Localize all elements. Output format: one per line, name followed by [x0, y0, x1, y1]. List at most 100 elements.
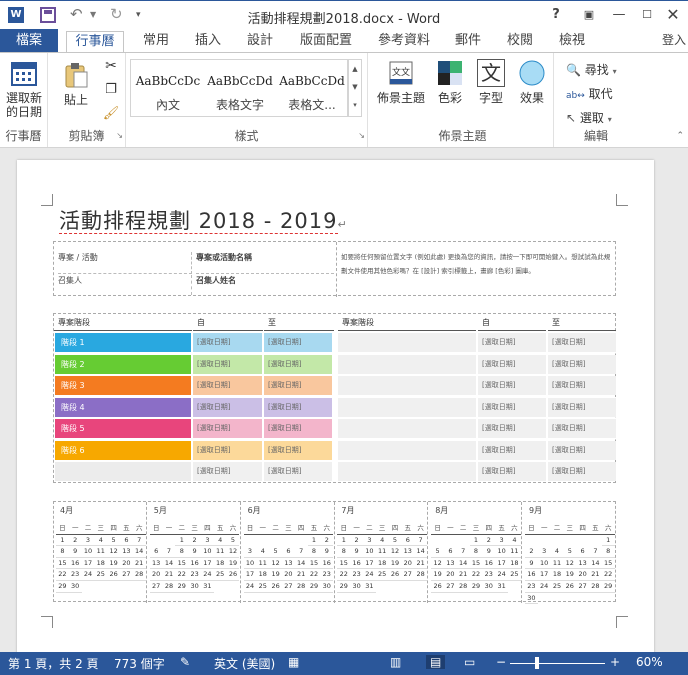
calendar-day[interactable]: 4 — [213, 535, 227, 547]
calendar-day[interactable]: 5 — [563, 546, 577, 558]
select-button[interactable]: ↖ 選取 ▾ — [566, 109, 612, 126]
phase-from-date-2[interactable]: [選取日期] — [478, 333, 546, 352]
colors-button[interactable]: 色彩 — [430, 59, 470, 105]
calendar-day[interactable]: 30 — [320, 581, 334, 593]
calendar-day[interactable]: 20 — [401, 558, 415, 570]
calendar-day[interactable]: 2 — [482, 535, 496, 547]
calendar-day[interactable]: 1 — [601, 535, 615, 547]
calendar-day[interactable]: 5 — [269, 546, 282, 558]
calendar-day[interactable]: 26 — [269, 581, 282, 593]
find-button[interactable]: 🔍 尋找 ▾ — [566, 61, 617, 78]
tab-design[interactable]: 設計 — [240, 31, 280, 52]
calendar-day[interactable]: 3 — [495, 535, 508, 547]
phase-to-date[interactable]: [選取日期] — [264, 397, 332, 417]
calendar-day[interactable]: 6 — [443, 546, 457, 558]
convener-name-field[interactable]: 召集人姓名 — [196, 275, 334, 295]
calendar-day[interactable]: 10 — [81, 546, 95, 558]
calendar-day[interactable]: 8 — [469, 546, 483, 558]
calendar-day[interactable]: 28 — [456, 581, 470, 593]
calendar-day[interactable]: 23 — [482, 569, 496, 581]
tab-insert[interactable]: 插入 — [188, 31, 228, 52]
calendar-day[interactable]: 25 — [550, 581, 564, 593]
calendar-day[interactable]: 11 — [256, 558, 270, 570]
calendar-day[interactable]: 3 — [200, 535, 214, 547]
calendar-day[interactable]: 19 — [388, 558, 402, 570]
calendar-day[interactable]: 9 — [320, 546, 334, 558]
calendar-day[interactable]: 18 — [94, 558, 108, 570]
calendar-day[interactable]: 28 — [294, 581, 308, 593]
calendar-day[interactable]: 2 — [320, 535, 334, 547]
collapse-ribbon-icon[interactable]: ⌃ — [676, 129, 684, 143]
calendar-day[interactable]: 21 — [132, 558, 146, 570]
page-count[interactable]: 第 1 頁，共 2 頁 — [8, 655, 99, 672]
calendar-day[interactable]: 27 — [576, 581, 589, 593]
calendar-day[interactable]: 20 — [120, 558, 133, 570]
copy-icon[interactable]: ❐ — [102, 83, 120, 97]
project-name-field[interactable]: 專案或活動名稱 — [196, 252, 334, 274]
phase-to-date-2[interactable]: [選取日期] — [548, 376, 616, 395]
calendar-day[interactable]: 17 — [81, 558, 95, 570]
calendar-day[interactable]: 14 — [162, 558, 176, 570]
calendar-day[interactable]: 24 — [81, 569, 95, 581]
calendar-day[interactable]: 8 — [56, 546, 69, 558]
calendar-day[interactable]: 23 — [320, 569, 334, 581]
phase-to-date[interactable]: [選取日期] — [264, 440, 332, 460]
calendar-day[interactable]: 31 — [200, 581, 214, 593]
calendar-day[interactable]: 7 — [132, 535, 146, 547]
calendar-day[interactable]: 27 — [443, 581, 457, 593]
calendar-day[interactable]: 27 — [120, 569, 133, 581]
calendar-day[interactable]: 29 — [175, 581, 189, 593]
calendar-day[interactable]: 26 — [388, 569, 402, 581]
calendar-day[interactable]: 13 — [149, 558, 163, 570]
calendar-day[interactable]: 30 — [525, 593, 538, 605]
calendar-day[interactable]: 22 — [469, 569, 483, 581]
zoom-level[interactable]: 60% — [636, 655, 663, 669]
calendar-day[interactable]: 15 — [307, 558, 321, 570]
calendar-day[interactable]: 28 — [589, 581, 602, 593]
calendar-day[interactable]: 3 — [81, 535, 95, 547]
calendar-day[interactable]: 24 — [243, 581, 257, 593]
calendar-day[interactable]: 15 — [337, 558, 351, 570]
calendar-day[interactable]: 21 — [414, 558, 427, 570]
calendar-day[interactable]: 25 — [213, 569, 227, 581]
phase-to-date-2[interactable]: [選取日期] — [548, 440, 616, 460]
calendar-day[interactable]: 21 — [294, 569, 308, 581]
calendar-day[interactable]: 25 — [94, 569, 108, 581]
proofing-icon[interactable]: ✎ — [180, 655, 190, 669]
month-title[interactable]: 5月 — [154, 505, 167, 516]
calendar-day[interactable]: 20 — [576, 569, 589, 581]
maximize-icon[interactable]: ☐ — [636, 5, 658, 25]
calendar-day[interactable]: 19 — [107, 558, 120, 570]
calendar-day[interactable]: 7 — [414, 535, 427, 547]
calendar-day[interactable]: 21 — [456, 569, 470, 581]
month-title[interactable]: 4月 — [60, 505, 73, 516]
tab-calendar[interactable]: 行事曆 — [66, 31, 124, 52]
calendar-day[interactable]: 6 — [401, 535, 415, 547]
calendar-day[interactable]: 6 — [576, 546, 589, 558]
style-table-text[interactable]: AaBbCcDd 表格文字 — [205, 64, 275, 114]
tab-mailings[interactable]: 郵件 — [448, 31, 488, 52]
calendar-day[interactable]: 8 — [307, 546, 321, 558]
replace-button[interactable]: ab↔ 取代 — [566, 85, 613, 102]
style-normal[interactable]: AaBbCcDc 內文 — [133, 64, 203, 114]
phase-to-date[interactable]: [選取日期] — [264, 333, 332, 352]
calendar-day[interactable]: 12 — [388, 546, 402, 558]
calendar-day[interactable]: 14 — [414, 546, 427, 558]
calendar-day[interactable]: 3 — [537, 546, 551, 558]
phase-to-date-2[interactable]: [選取日期] — [548, 462, 616, 481]
calendar-day[interactable]: 26 — [563, 581, 577, 593]
calendar-day[interactable]: 24 — [362, 569, 376, 581]
calendar-day[interactable]: 22 — [601, 569, 615, 581]
phase-to-date[interactable]: [選取日期] — [264, 376, 332, 395]
styles-launcher-icon[interactable]: ↘ — [358, 129, 365, 143]
calendar-day[interactable]: 11 — [507, 546, 521, 558]
help-button[interactable]: ? — [545, 5, 567, 25]
calendar-day[interactable]: 29 — [469, 581, 483, 593]
calendar-day[interactable]: 30 — [68, 581, 82, 593]
calendar-day[interactable]: 12 — [563, 558, 577, 570]
calendar-day[interactable]: 31 — [495, 581, 508, 593]
phase-name-cell[interactable]: 階段 1 — [55, 333, 191, 352]
calendar-day[interactable]: 18 — [507, 558, 521, 570]
calendar-day[interactable]: 25 — [256, 581, 270, 593]
calendar-day[interactable]: 11 — [550, 558, 564, 570]
